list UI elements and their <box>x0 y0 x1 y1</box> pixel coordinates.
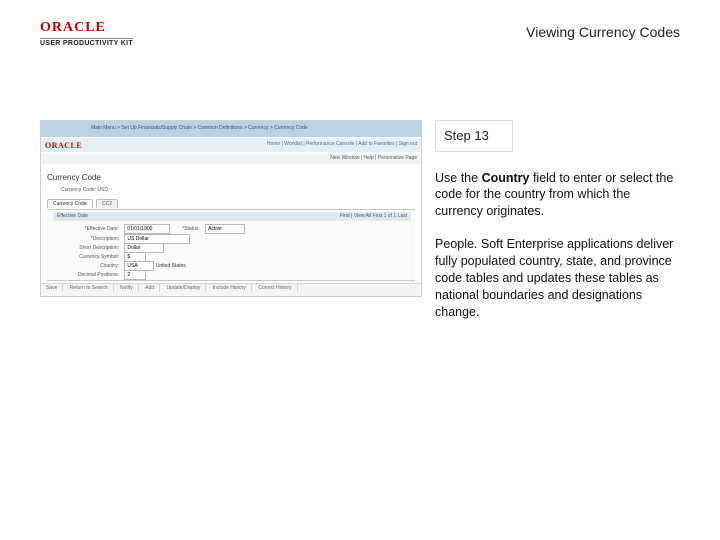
screenshot-nav: Home | Worklist | Performance Console | … <box>41 138 421 152</box>
tab-currency-code[interactable]: Currency Code <box>47 199 93 208</box>
correct-history-button[interactable]: Correct History <box>253 284 297 292</box>
row-decimal: Decimal Positions: <box>57 270 146 280</box>
oracle-logo: ORACLE USER PRODUCTIVITY KIT <box>40 18 133 47</box>
screenshot-header: Main Menu > Set Up Financials/Supply Cha… <box>41 121 421 137</box>
return-search-button[interactable]: Return to Search <box>65 284 114 292</box>
input-status[interactable] <box>205 224 245 234</box>
action-bar: Save Return to Search Notify Add Update/… <box>41 283 421 296</box>
p1-a: Use the <box>435 171 482 185</box>
add-button[interactable]: Add <box>140 284 160 292</box>
logo-brand: ORACLE <box>40 20 106 35</box>
input-effective-date[interactable] <box>124 224 170 234</box>
screenshot-subnav: New Window | Help | Personalize Page <box>41 154 421 164</box>
step-label: Step 13 <box>435 120 513 152</box>
nav-links[interactable]: Home | Worklist | Performance Console | … <box>267 141 417 147</box>
form-header-right[interactable]: Find | View All First 1 of 1 Last <box>340 213 407 219</box>
form-area: Effective Date Find | View All First 1 o… <box>47 209 415 281</box>
update-display-button[interactable]: Update/Display <box>161 284 206 292</box>
notify-button[interactable]: Notify <box>115 284 139 292</box>
tabs: Currency Code CC2 <box>47 199 120 208</box>
label-decimal: Decimal Positions: <box>57 272 119 278</box>
breadcrumb: Main Menu > Set Up Financials/Supply Cha… <box>91 125 308 131</box>
p1-bold: Country <box>482 171 530 185</box>
row-effective-date: *Effective Date: *Status: <box>57 224 245 234</box>
section-title: Currency Code <box>47 173 101 182</box>
form-header-left: Effective Date <box>57 213 88 219</box>
tab-cc2[interactable]: CC2 <box>96 199 118 208</box>
label-description: *Description: <box>57 236 119 242</box>
screenshot-column: Main Menu > Set Up Financials/Supply Cha… <box>40 120 420 297</box>
label-status: *Status: <box>172 226 200 232</box>
label-effective-date: *Effective Date: <box>57 226 119 232</box>
form-header: Effective Date Find | View All First 1 o… <box>53 212 411 221</box>
instruction-paragraph-2: People. Soft Enterprise applications del… <box>435 236 680 320</box>
label-country: Country: <box>57 263 119 269</box>
include-history-button[interactable]: Include History <box>208 284 252 292</box>
label-short: Short Description: <box>57 245 119 251</box>
header: ORACLE USER PRODUCTIVITY KIT Viewing Cur… <box>40 18 680 52</box>
input-decimal[interactable] <box>124 270 146 280</box>
instruction-paragraph-1: Use the Country field to enter or select… <box>435 170 680 221</box>
screenshot-logo: ORACLE <box>45 141 82 150</box>
country-name: United States <box>156 263 186 269</box>
section-sub: Currency Code: USD <box>61 187 108 193</box>
subnav-links[interactable]: New Window | Help | Personalize Page <box>330 155 417 161</box>
logo-subline: USER PRODUCTIVITY KIT <box>40 38 133 47</box>
page-title: Viewing Currency Codes <box>526 24 680 40</box>
instruction-column: Step 13 Use the Country field to enter o… <box>435 120 680 337</box>
save-button[interactable]: Save <box>41 284 63 292</box>
app-screenshot: Main Menu > Set Up Financials/Supply Cha… <box>40 120 422 297</box>
label-symbol: Currency Symbol: <box>57 254 119 260</box>
